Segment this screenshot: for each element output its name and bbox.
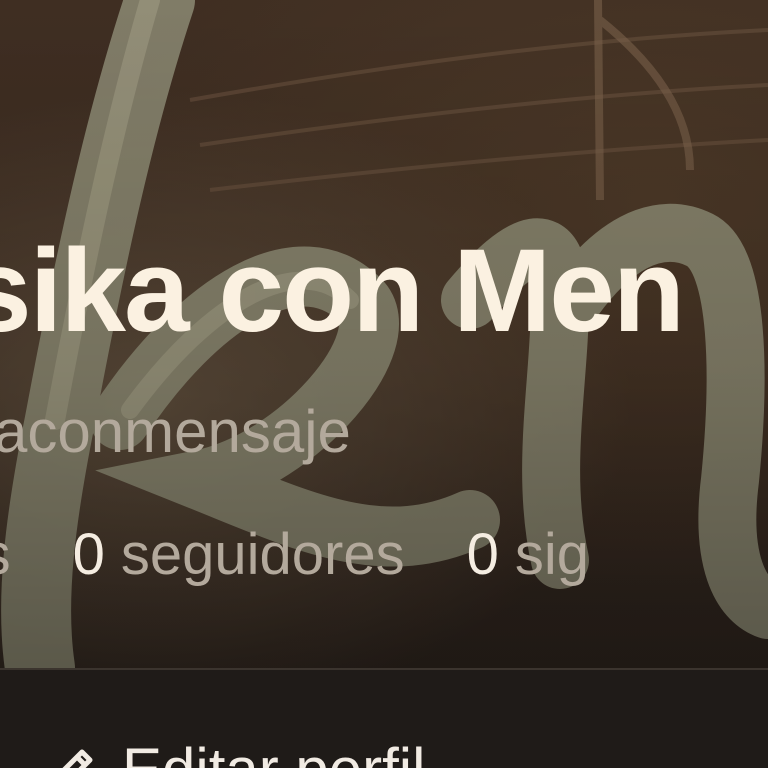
- profile-handle: caconmensaje: [0, 398, 351, 465]
- stat-following-count: 0: [466, 522, 499, 587]
- stat-following[interactable]: 0 sig: [467, 526, 589, 584]
- profile-stats: ras 0 seguidores 0 sig: [0, 526, 589, 584]
- stat-works-label: ras: [0, 526, 11, 584]
- stat-followers-label: seguidores: [120, 522, 405, 587]
- pencil-icon: [62, 749, 93, 768]
- stat-following-label: sig: [514, 522, 590, 587]
- profile-name: sika con Men: [0, 225, 685, 357]
- edit-profile-label: Editar perfil: [122, 740, 425, 768]
- profile-page: sika con Men caconmensaje ras 0 seguidor…: [0, 0, 768, 768]
- edit-profile-button[interactable]: Editar perfil: [44, 740, 425, 768]
- stat-followers-count: 0: [72, 522, 105, 587]
- cover-image: sika con Men caconmensaje ras 0 seguidor…: [0, 0, 768, 668]
- stat-works[interactable]: ras: [0, 526, 11, 584]
- stat-followers[interactable]: 0 seguidores: [73, 526, 405, 584]
